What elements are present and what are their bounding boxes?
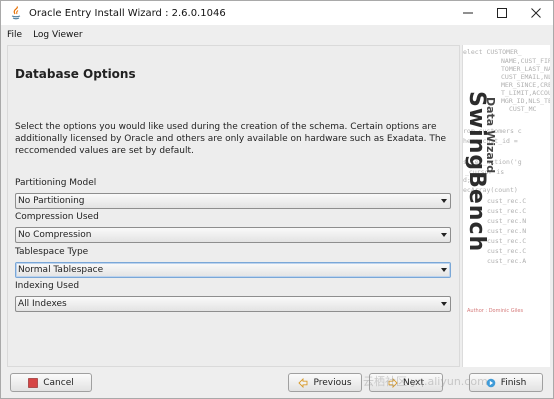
finish-label: Finish: [500, 377, 527, 388]
banner-code-line: elect CUSTOMER_: [463, 48, 522, 56]
close-button[interactable]: [519, 1, 553, 25]
cancel-label: Cancel: [43, 377, 74, 388]
banner-code-line: CUST_MC: [509, 105, 537, 113]
previous-label: Previous: [313, 377, 352, 388]
dropdown-arrow-icon: [441, 233, 447, 237]
dropdown-arrow-icon: [441, 268, 447, 272]
banner-code-line: CUST_EMAIL,NLS: [501, 73, 550, 81]
installer-window: Oracle Entry Install Wizard : 2.6.0.1046…: [0, 0, 554, 399]
banner-code-line: MGR_ID,NLS_TERR: [501, 97, 550, 105]
compression-used-value: No Compression: [18, 230, 92, 240]
menu-log-viewer[interactable]: Log Viewer: [33, 30, 83, 40]
banner-code-line: T_LIMIT,ACCOUNT: [501, 89, 550, 97]
maximize-button[interactable]: [485, 1, 519, 25]
banner-brand: SwingBench: [464, 91, 489, 253]
options-panel: Database Options Select the options you …: [7, 45, 460, 367]
indexing-used-label: Indexing Used: [15, 281, 80, 291]
indexing-used-value: All Indexes: [18, 299, 67, 309]
previous-button[interactable]: Previous: [288, 373, 362, 392]
compression-used-select[interactable]: No Compression: [15, 227, 451, 243]
cancel-button[interactable]: Cancel: [10, 373, 92, 392]
arrow-left-icon: [298, 377, 308, 388]
banner-code-line: MER_SINCE,CREDI: [501, 81, 550, 89]
cancel-icon: [28, 377, 39, 388]
maximize-icon: [497, 8, 507, 18]
page-description: Select the options you would like used d…: [15, 122, 447, 156]
close-icon: [531, 8, 541, 18]
tablespace-type-select[interactable]: Normal Tablespace: [15, 262, 451, 278]
banner-code-line: cust_rec.A: [487, 257, 527, 265]
dropdown-arrow-icon: [441, 199, 447, 203]
swingbench-banner: elect CUSTOMER_NAME,CUST_FIRSTTOMER_LAST…: [462, 45, 550, 367]
java-app-icon: [9, 6, 23, 20]
menu-bar: File Log Viewer: [1, 25, 553, 44]
banner-code-line: cust_rec.C: [487, 247, 527, 255]
minimize-icon: [463, 12, 473, 14]
indexing-used-select[interactable]: All Indexes: [15, 296, 451, 312]
banner-code-line: NAME,CUST_FIRST: [501, 57, 550, 65]
banner-code-line: cust_rec.N: [487, 227, 527, 235]
dropdown-arrow-icon: [441, 302, 447, 306]
window-controls: [451, 1, 553, 25]
tablespace-type-label: Tablespace Type: [15, 247, 89, 257]
compression-used-label: Compression Used: [15, 212, 99, 222]
banner-code-line: cust_rec.C: [487, 237, 527, 245]
banner-code-line: TOMER_LAST_NAM: [501, 65, 550, 73]
tablespace-type-value: Normal Tablespace: [18, 265, 104, 275]
watermark: 云栖社区 yq.aliyun.com: [363, 375, 488, 388]
window-title: Oracle Entry Install Wizard : 2.6.0.1046: [29, 7, 226, 19]
menu-file[interactable]: File: [7, 30, 22, 40]
minimize-button[interactable]: [451, 1, 485, 25]
banner-author: Author : Dominic Giles: [467, 308, 524, 314]
partitioning-model-select[interactable]: No Partitioning: [15, 193, 451, 209]
partitioning-model-label: Partitioning Model: [15, 178, 97, 188]
partitioning-model-value: No Partitioning: [18, 196, 85, 206]
title-bar: Oracle Entry Install Wizard : 2.6.0.1046: [1, 1, 553, 25]
page-title: Database Options: [15, 67, 136, 81]
banner-code-line: cust_rec.N: [487, 217, 527, 225]
